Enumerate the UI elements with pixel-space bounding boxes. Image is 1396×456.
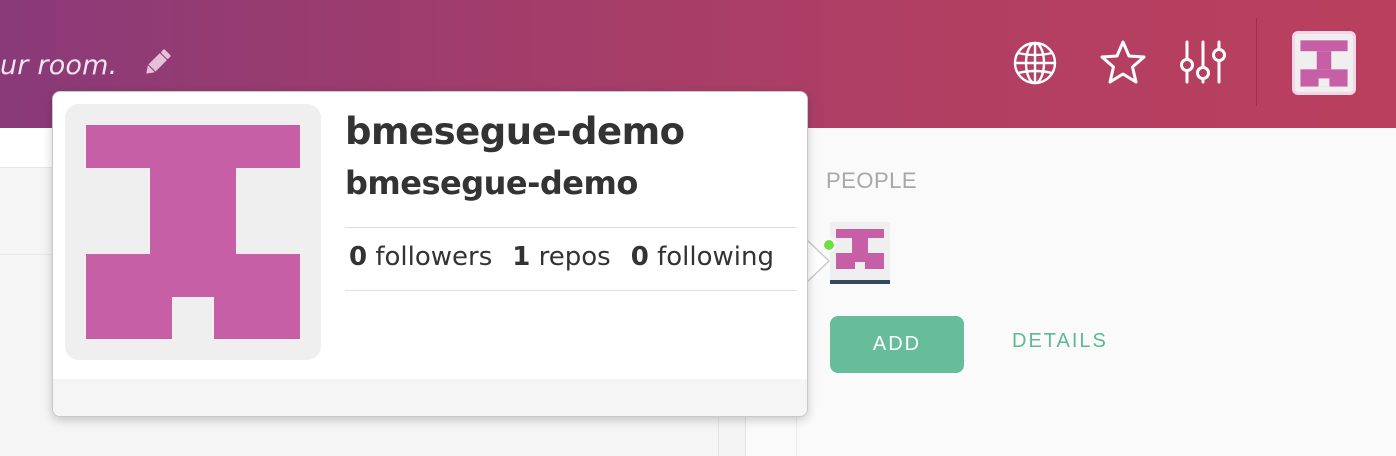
profile-display-name: bmesegue-demo [345,110,685,153]
header-divider [1256,18,1257,106]
settings-sliders-icon[interactable] [1178,38,1228,88]
followers-stat[interactable]: 0 followers [349,242,492,272]
followers-count: 0 [349,242,368,272]
profile-popover: bmesegue-demo bmesegue-demo 0 followers … [52,91,808,417]
profile-username[interactable]: bmesegue-demo [345,164,638,202]
member-avatar[interactable] [830,222,890,284]
popover-footer [53,379,807,416]
repos-stat[interactable]: 1 repos [512,242,610,272]
repos-label: repos [538,242,611,272]
details-link[interactable]: DETAILS [1012,330,1108,353]
profile-divider-bottom [345,290,797,291]
following-count: 0 [630,242,649,272]
followers-label: followers [375,242,493,272]
repos-count: 1 [512,242,531,272]
room-topic[interactable]: ur room. [0,44,117,88]
profile-stats: 0 followers 1 repos 0 following [349,242,774,272]
globe-icon[interactable] [1010,38,1060,88]
following-stat[interactable]: 0 following [631,242,774,272]
star-icon[interactable] [1098,38,1148,88]
people-heading: PEOPLE [826,168,918,193]
online-status-indicator [822,238,836,252]
profile-avatar[interactable] [65,104,321,360]
add-people-button[interactable]: ADD [830,316,964,373]
pencil-icon[interactable] [140,46,174,80]
profile-divider-top [345,227,797,228]
room-avatar[interactable] [1292,31,1356,95]
following-label: following [657,242,774,272]
